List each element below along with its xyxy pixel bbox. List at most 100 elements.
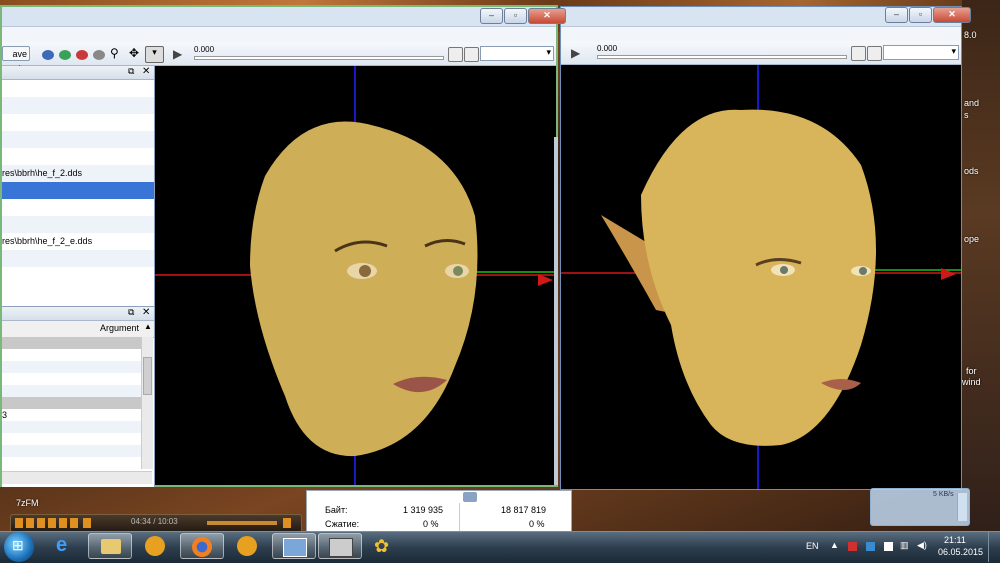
desktop-icon-label-3[interactable]: s	[964, 110, 969, 120]
network-speed-widget[interactable]: 5 KB/s	[870, 488, 970, 526]
eye-red-icon[interactable]	[76, 50, 88, 60]
argument-row[interactable]	[2, 433, 141, 445]
tree-row[interactable]	[2, 250, 154, 267]
right-viewer-window: – ▫ ✕ ▶ 0.000 ▾	[560, 6, 971, 490]
maximize-button[interactable]: ▫	[909, 7, 932, 23]
argument-row[interactable]: 3	[2, 409, 141, 421]
loop-icon[interactable]	[851, 46, 866, 61]
tree-row[interactable]	[2, 114, 154, 131]
tree-row-selected[interactable]	[2, 182, 154, 199]
argument-row[interactable]	[2, 421, 141, 433]
minimize-button[interactable]: –	[885, 7, 908, 23]
time-slider[interactable]	[597, 55, 847, 59]
animation-dropdown[interactable]: ▾	[480, 46, 554, 61]
tree-row[interactable]	[2, 80, 154, 97]
desktop-icon-label-1[interactable]: 8.0	[964, 30, 977, 40]
language-indicator[interactable]: EN	[806, 541, 819, 551]
taskbar-ie[interactable]: e	[44, 533, 88, 559]
tree-row[interactable]	[2, 267, 154, 284]
media-play-icon[interactable]	[26, 518, 34, 528]
media-prev-icon[interactable]	[15, 518, 23, 528]
close-button[interactable]: ✕	[933, 7, 971, 23]
loop-icon[interactable]	[448, 47, 463, 62]
media-next-icon[interactable]	[59, 518, 67, 528]
taskbar-app-window[interactable]	[272, 533, 316, 559]
pin-icon[interactable]: ⧉	[128, 66, 134, 77]
tree-row[interactable]	[2, 131, 154, 148]
close-button[interactable]: ✕	[528, 8, 566, 24]
tree-row[interactable]	[2, 199, 154, 216]
tree-row[interactable]	[2, 148, 154, 165]
maximize-button[interactable]: ▫	[504, 8, 527, 24]
move-icon[interactable]: ✥	[129, 46, 139, 60]
close-icon[interactable]: ✕	[142, 66, 150, 77]
right-model-render	[561, 65, 961, 489]
desktop-icon-label-6[interactable]: for	[966, 366, 977, 376]
desktop-icon-7zfm[interactable]: 7zFM	[16, 498, 39, 508]
tray-icon-1[interactable]	[848, 542, 857, 551]
tree-row[interactable]: res\bbrh\he_f_2.dds	[2, 165, 154, 182]
media-eject-icon[interactable]	[83, 518, 91, 528]
tray-icon-3[interactable]	[884, 542, 893, 551]
clock-date[interactable]: 06.05.2015	[938, 547, 983, 557]
desktop-icon-label-5[interactable]: ope	[964, 234, 979, 244]
horizontal-scrollbar[interactable]	[2, 471, 152, 484]
sequence-icon[interactable]	[867, 46, 882, 61]
eye-blue-icon[interactable]	[42, 50, 54, 60]
media-open-icon[interactable]	[70, 518, 78, 528]
desktop-icon-label-7[interactable]: wind	[962, 377, 981, 387]
tree-row[interactable]: res\bbrh\he_f_2_e.dds	[2, 233, 154, 250]
argument-row[interactable]	[2, 397, 141, 409]
taskbar-explorer[interactable]	[88, 533, 132, 559]
taskbar-7zip[interactable]	[318, 533, 362, 559]
eye-green-icon[interactable]	[59, 50, 71, 60]
argument-row[interactable]	[2, 337, 141, 349]
desktop-icon-label-2[interactable]: and	[964, 98, 979, 108]
argument-row[interactable]	[2, 385, 141, 397]
vertical-scrollbar[interactable]	[141, 337, 153, 469]
close-icon[interactable]: ✕	[142, 307, 150, 318]
minimize-button[interactable]: –	[480, 8, 503, 24]
archive-stats-window: Байт: 1 319 935 18 817 819 Сжатие: 0 % 0…	[306, 490, 572, 532]
animation-dropdown[interactable]: ▾	[883, 45, 959, 60]
left-3d-viewport[interactable]	[155, 66, 556, 485]
viewport-scrollbar[interactable]	[554, 137, 558, 485]
argument-row[interactable]	[2, 361, 141, 373]
bone-icon[interactable]: ⚲	[110, 46, 119, 60]
time-slider[interactable]	[194, 56, 444, 60]
media-pause-icon[interactable]	[37, 518, 45, 528]
network-icon[interactable]: ▥	[900, 540, 909, 551]
taskbar-aimp-2[interactable]	[226, 533, 270, 559]
desktop-icon-label-4[interactable]: ods	[964, 166, 979, 176]
right-3d-viewport[interactable]	[561, 65, 961, 489]
argument-row[interactable]	[2, 445, 141, 457]
tree-row[interactable]	[2, 97, 154, 114]
taskbar-paw-app[interactable]: ✿	[364, 533, 408, 559]
media-stop-icon[interactable]	[48, 518, 56, 528]
sequence-icon[interactable]	[464, 47, 479, 62]
dropdown-toggle-icon[interactable]: ▾	[145, 46, 164, 63]
compress-label: Сжатие:	[325, 519, 360, 529]
tree-row[interactable]	[2, 216, 154, 233]
archive-icon	[463, 492, 477, 502]
pin-icon[interactable]: ⧉	[128, 307, 134, 318]
argument-row[interactable]	[2, 373, 141, 385]
play-icon[interactable]: ▶	[173, 47, 182, 61]
argument-row[interactable]	[2, 349, 141, 361]
taskbar-firefox[interactable]	[180, 533, 224, 559]
play-icon[interactable]: ▶	[571, 46, 580, 60]
taskbar-aimp-1[interactable]	[134, 533, 178, 559]
media-progress[interactable]	[207, 521, 277, 525]
eye-grey-icon[interactable]	[93, 50, 105, 60]
clock-time[interactable]: 21:11	[944, 535, 966, 545]
save-as-button[interactable]: ave As	[2, 46, 30, 74]
column-header-argument[interactable]: Argument	[100, 323, 139, 333]
scrollbar-thumb[interactable]	[143, 357, 152, 395]
tray-expand-icon[interactable]: ▲	[830, 540, 839, 550]
widget-scroll[interactable]	[957, 493, 967, 521]
tray-icon-2[interactable]	[866, 542, 875, 551]
volume-icon[interactable]: ◀)	[917, 540, 927, 551]
show-desktop-button[interactable]	[988, 532, 1000, 562]
media-menu-icon[interactable]	[283, 518, 291, 528]
start-button[interactable]: ⊞	[4, 532, 34, 562]
